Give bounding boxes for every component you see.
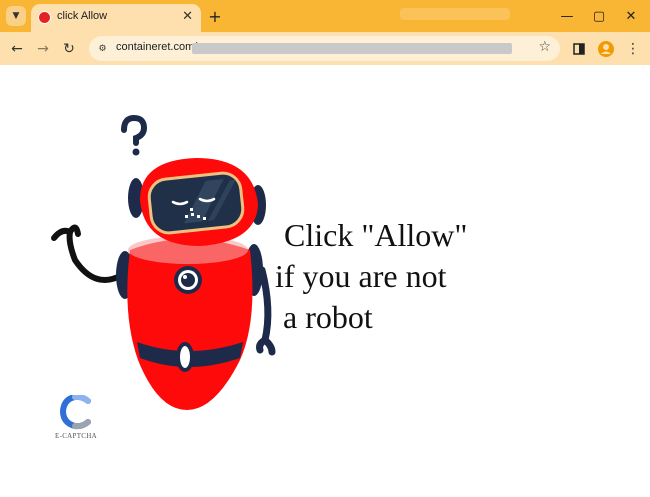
verification-message: Click "Allow" if you are not a robot [275, 215, 467, 338]
browser-toolbar: ← → ↻ ⚙ containeret.com/ ☆ ⋮ [0, 32, 650, 65]
tab-strip: ▼ click Allow ✕ + — ▢ ✕ [0, 0, 650, 32]
watermark-graphic [400, 4, 520, 31]
close-window-button[interactable]: ✕ [621, 6, 641, 26]
back-button[interactable]: ← [6, 38, 28, 60]
robot-left-arm [66, 229, 125, 283]
favicon-icon [38, 11, 51, 24]
close-tab-icon[interactable]: ✕ [182, 9, 193, 24]
message-line-1: Click "Allow" [284, 217, 468, 253]
robot-body [127, 239, 253, 410]
reload-button[interactable]: ↻ [58, 38, 80, 60]
menu-button[interactable]: ⋮ [622, 38, 644, 60]
reload-icon: ↻ [63, 41, 75, 57]
bookmark-star-icon[interactable]: ☆ [538, 39, 551, 55]
tab-active[interactable]: click Allow ✕ [31, 4, 201, 32]
tab-search-button[interactable]: ▼ [6, 6, 26, 26]
maximize-button[interactable]: ▢ [589, 6, 609, 26]
forward-button[interactable]: → [32, 38, 54, 60]
address-bar[interactable]: ⚙ containeret.com/ ☆ [89, 36, 560, 61]
logo-text: E-CAPTCHA [55, 432, 97, 440]
message-line-3: a robot [283, 299, 373, 335]
plus-icon: + [208, 6, 222, 26]
new-tab-button[interactable]: + [205, 6, 225, 26]
arrow-left-icon: ← [11, 41, 23, 57]
page-content: Click "Allow" if you are not a robot E-C… [0, 65, 650, 497]
close-icon: ✕ [625, 8, 637, 24]
side-panel-icon [573, 43, 585, 55]
watermark-icon [400, 8, 510, 20]
minimize-button[interactable]: — [557, 6, 577, 26]
minimize-icon: — [560, 8, 574, 24]
question-mark-icon [121, 114, 148, 146]
url-redacted-block [192, 43, 512, 54]
kebab-menu-icon: ⋮ [626, 41, 640, 57]
tab-title: click Allow [57, 10, 108, 22]
captcha-c-icon [59, 395, 91, 430]
robot-illustration [51, 114, 276, 410]
site-info-icon[interactable]: ⚙ [95, 41, 110, 56]
profile-button[interactable] [595, 38, 617, 60]
side-panel-button[interactable] [568, 38, 590, 60]
url-text[interactable]: containeret.com/ [116, 41, 197, 53]
avatar-icon [598, 41, 614, 57]
message-line-2: if you are not [275, 258, 447, 294]
chevron-down-icon: ▼ [12, 11, 20, 21]
maximize-icon: ▢ [592, 8, 606, 24]
arrow-right-icon: → [37, 41, 49, 57]
